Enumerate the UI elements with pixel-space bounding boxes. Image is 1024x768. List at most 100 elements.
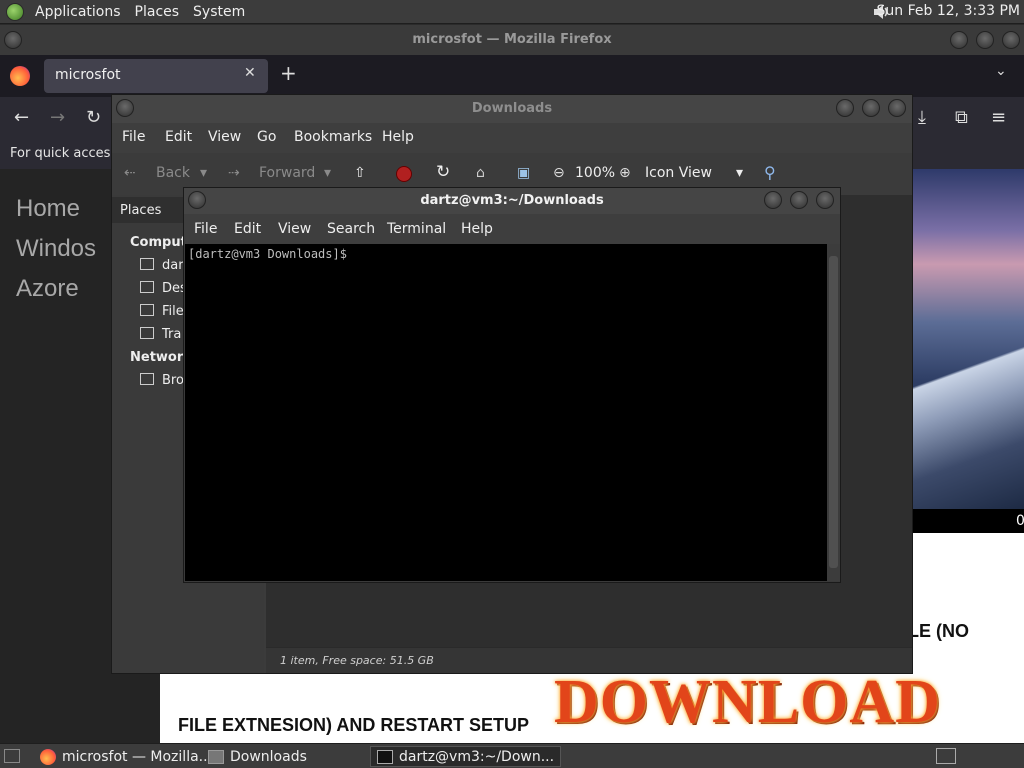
sidebar-item-trash[interactable]: Tra [140,327,181,342]
nautilus-menubar: File Edit View Go Bookmarks Help [112,123,912,153]
menu-go[interactable]: Go [257,129,276,145]
page-instruction-text: LE (NO [908,621,969,641]
scrollbar-thumb[interactable] [829,256,838,568]
tab-microsfot[interactable]: microsfot ✕ [44,59,268,93]
forward-arrow-icon[interactable]: → [50,107,65,128]
sidebar-item-browse-network[interactable]: Bro [140,373,184,388]
reload-icon[interactable]: ↻ [436,162,450,182]
menu-search[interactable]: Search [327,221,375,237]
reload-icon[interactable]: ↻ [86,107,101,128]
view-mode-select[interactable]: Icon View [645,165,712,181]
sidebar-item-home[interactable]: dar [140,258,184,273]
sidebar-item-filesystem[interactable]: File [140,304,184,319]
window-menu-icon[interactable] [116,99,134,117]
clock[interactable]: Sun Feb 12, 3:33 PM [877,3,1020,19]
workspace-switcher-icon[interactable] [936,748,956,764]
filesystem-icon [140,304,154,316]
downloads-icon[interactable]: ⤓ [918,107,926,128]
home-folder-icon [140,258,154,270]
app-menu-icon[interactable]: ≡ [991,107,1006,128]
close-icon[interactable] [1002,31,1020,49]
forward-arrow-icon[interactable]: ⇢ [228,165,240,181]
terminal-window-title: dartz@vm3:~/Downloads [420,193,604,208]
menu-view[interactable]: View [278,221,311,237]
menu-help[interactable]: Help [382,129,414,145]
firefox-logo-icon [40,748,56,765]
window-menu-icon[interactable] [4,31,22,49]
tab-list-chevron-icon[interactable]: ⌄ [995,63,1007,79]
firefox-titlebar[interactable]: microsfot — Mozilla Firefox [0,25,1024,55]
trash-icon [140,327,154,339]
top-panel: Applications Places System Sun Feb 12, 3… [0,0,1024,24]
nav-link-windos[interactable]: Windos [16,235,96,263]
menu-edit[interactable]: Edit [165,129,192,145]
network-icon [140,373,154,385]
bookmarks-hint: For quick access, [10,146,122,161]
sidebar-item-desktop[interactable]: Des [140,281,187,296]
search-icon[interactable]: ⚲ [764,163,776,182]
sidebar-item-label: Tra [162,327,182,342]
taskbar-item-firefox[interactable]: microsfot — Mozilla... [34,746,218,767]
places-menu[interactable]: Places [128,4,187,20]
places-label: Places [120,203,162,218]
menu-file[interactable]: File [122,129,145,145]
window-menu-icon[interactable] [188,191,206,209]
back-arrow-icon[interactable]: ⇠ [124,165,136,181]
taskbar-item-label: dartz@vm3:~/Down... [399,748,555,765]
tab-close-icon[interactable]: ✕ [244,65,256,81]
applications-menu[interactable]: Applications [28,4,128,20]
minimize-icon[interactable] [950,31,968,49]
terminal-scrollbar[interactable] [827,244,840,581]
view-mode-chevron-icon[interactable]: ▾ [736,165,743,181]
maximize-icon[interactable] [862,99,880,117]
firefox-window-title: microsfot — Mozilla Firefox [412,32,612,47]
menu-file[interactable]: File [194,221,217,237]
firefox-tabbar: microsfot ✕ + ⌄ [0,55,1024,97]
minimize-icon[interactable] [764,191,782,209]
computer-icon[interactable]: ▣ [517,165,530,181]
new-tab-icon[interactable]: + [280,61,297,85]
menu-edit[interactable]: Edit [234,221,261,237]
back-arrow-icon[interactable]: ← [14,107,29,128]
show-desktop-icon[interactable] [4,749,20,763]
maximize-icon[interactable] [976,31,994,49]
taskbar-item-label: Downloads [230,748,307,765]
status-text: 1 item, Free space: 51.5 GB [280,654,434,667]
nav-link-home[interactable]: Home [16,195,80,223]
tab-title: microsfot [55,67,121,83]
page-instruction-text-2: FILE EXTNESION) AND RESTART SETUP [178,715,530,735]
terminal-titlebar[interactable]: dartz@vm3:~/Downloads [184,188,840,214]
minimize-icon[interactable] [836,99,854,117]
menu-terminal[interactable]: Terminal [387,221,446,237]
extensions-icon[interactable]: ⧉ [955,107,968,128]
maximize-icon[interactable] [790,191,808,209]
menu-bookmarks[interactable]: Bookmarks [294,129,372,145]
nautilus-titlebar[interactable]: Downloads [112,95,912,123]
close-icon[interactable] [888,99,906,117]
close-icon[interactable] [816,191,834,209]
taskbar-item-downloads[interactable]: Downloads [202,746,313,767]
terminal-screen[interactable]: [dartz@vm3 Downloads]$ [185,244,827,581]
stop-icon[interactable] [396,166,412,182]
nav-link-azore[interactable]: Azore [16,275,79,303]
zoom-out-icon[interactable]: ⊖ [553,165,565,181]
up-arrow-icon[interactable]: ⇧ [354,165,366,181]
hero-mountain [912,279,1024,509]
desktop-folder-icon [140,281,154,293]
home-folder-icon[interactable]: ⌂ [476,165,485,181]
menu-view[interactable]: View [208,129,241,145]
taskbar-item-terminal[interactable]: dartz@vm3:~/Down... [370,746,562,767]
download-banner-button[interactable]: DOWNLOAD [554,667,941,738]
back-button[interactable]: Back [156,165,190,181]
back-history-chevron-icon[interactable]: ▾ [200,165,207,181]
terminal-menubar: File Edit View Search Terminal Help [184,214,840,244]
forward-button[interactable]: Forward [259,165,315,181]
system-menu[interactable]: System [186,4,252,20]
status-bar: 1 item, Free space: 51.5 GB [266,647,912,673]
zoom-in-icon[interactable]: ⊕ [619,165,631,181]
menu-help[interactable]: Help [461,221,493,237]
terminal-icon [377,749,393,764]
firefox-logo-icon[interactable] [10,66,30,86]
forward-history-chevron-icon[interactable]: ▾ [324,165,331,181]
gnome-foot-icon[interactable] [6,2,24,21]
